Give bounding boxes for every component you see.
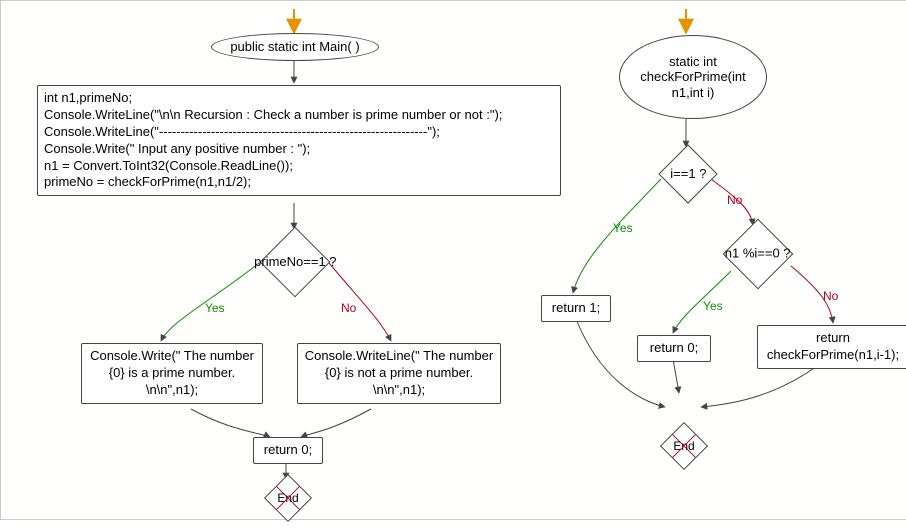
main-decision-label: primeNo==1 ?	[245, 254, 345, 269]
main-no-box: Console.WriteLine(" The number {0} is no…	[297, 343, 501, 404]
cfp-recurse-text: return checkForPrime(n1,i-1);	[767, 330, 899, 362]
code-line: primeNo = checkForPrime(n1,n1/2);	[44, 174, 554, 191]
cfp-dec1-label: i==1 ?	[658, 166, 718, 181]
cfp-dec2-diamond: n1 %i==0 ?	[723, 219, 794, 290]
edge-label-no: No	[341, 301, 356, 315]
code-line: Console.WriteLine("\n\n Recursion : Chec…	[44, 107, 554, 124]
main-code-block: int n1,primeNo; Console.WriteLine("\n\n …	[37, 85, 561, 196]
code-line: Console.WriteLine("---------------------…	[44, 124, 554, 141]
main-end-label: End	[272, 482, 304, 514]
cfp-start-label: static int checkForPrime(int n1,int i)	[626, 54, 760, 101]
cfp-recurse-box: return checkForPrime(n1,i-1);	[757, 325, 906, 369]
cfp-return0-box: return 0;	[637, 335, 711, 362]
edge-label-no: No	[727, 193, 742, 207]
code-line: Console.Write(" Input any positive numbe…	[44, 141, 554, 158]
code-line: int n1,primeNo;	[44, 90, 554, 107]
main-decision-diamond: primeNo==1 ?	[260, 227, 331, 298]
main-start-ellipse: public static int Main( )	[211, 33, 379, 61]
cfp-return1-text: return 1;	[552, 300, 600, 315]
edge-label-yes: Yes	[703, 299, 723, 313]
main-end-node: End	[264, 474, 312, 522]
cfp-start-ellipse: static int checkForPrime(int n1,int i)	[619, 35, 767, 119]
main-yes-box: Console.Write(" The number {0} is a prim…	[81, 343, 263, 404]
cfp-end-node: End	[660, 422, 708, 470]
main-return-box: return 0;	[253, 437, 323, 464]
flowchart-canvas: public static int Main( ) int n1,primeNo…	[0, 0, 906, 520]
edge-label-yes: Yes	[205, 301, 225, 315]
cfp-dec1-diamond: i==1 ?	[658, 144, 717, 203]
main-yes-text: Console.Write(" The number {0} is a prim…	[90, 348, 254, 397]
code-line: n1 = Convert.ToInt32(Console.ReadLine())…	[44, 158, 554, 175]
main-return-text: return 0;	[264, 442, 312, 457]
main-no-text: Console.WriteLine(" The number {0} is no…	[305, 348, 493, 397]
main-start-label: public static int Main( )	[230, 39, 359, 55]
cfp-return1-box: return 1;	[541, 295, 611, 322]
cfp-dec2-label: n1 %i==0 ?	[713, 245, 803, 260]
edge-label-yes: Yes	[613, 221, 633, 235]
edge-label-no: No	[823, 289, 838, 303]
cfp-end-label: End	[668, 430, 700, 462]
cfp-return0-text: return 0;	[650, 340, 698, 355]
